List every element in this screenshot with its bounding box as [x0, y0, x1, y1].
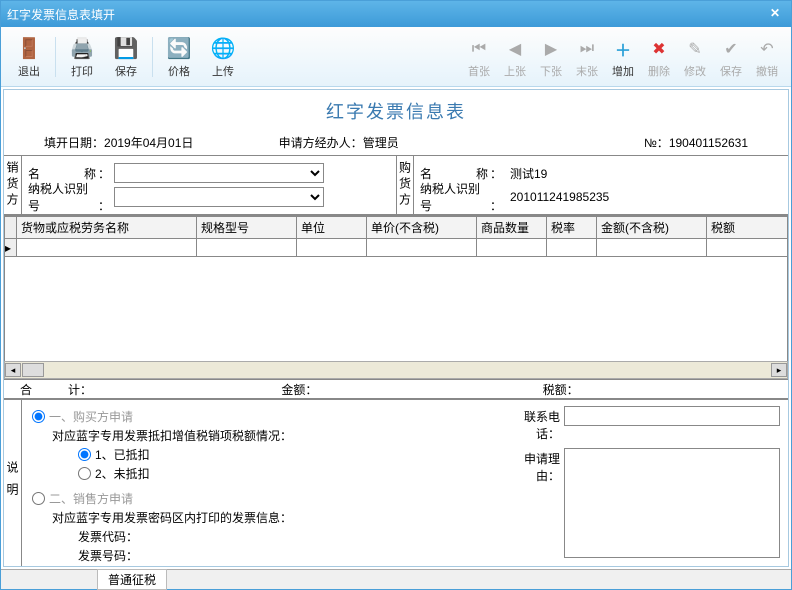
doc-number: №：190401152631 — [513, 134, 748, 151]
explain-right: 联系电话： 申请理由： — [498, 400, 788, 566]
upload-icon: 🌐 — [209, 35, 237, 63]
col-amount: 金额(不含税) — [597, 217, 707, 239]
buyer-tax-label: 纳税人识别号： — [420, 180, 506, 214]
separator — [55, 37, 56, 77]
save-button[interactable]: 💾保存 — [104, 31, 148, 83]
undo-button[interactable]: ↶撤销 — [749, 31, 785, 83]
col-qty: 商品数量 — [477, 217, 547, 239]
grid-header-row: 货物或应税劳务名称 规格型号 单位 单价(不含税) 商品数量 税率 金额(不含税… — [5, 217, 788, 239]
totals-tax: 税额： — [527, 381, 788, 398]
table-row[interactable]: ▸ — [5, 239, 788, 257]
seller-name-select[interactable] — [114, 163, 324, 183]
totals-label: 合 计： — [4, 381, 265, 398]
plus-icon: ＋ — [609, 35, 637, 63]
delete-button[interactable]: ✖删除 — [641, 31, 677, 83]
printer-icon: 🖨️ — [68, 35, 96, 63]
door-icon: 🚪 — [15, 35, 43, 63]
close-icon[interactable]: ✕ — [765, 6, 785, 22]
toolbar: 🚪退出 🖨️打印 💾保存 🔄价格 🌐上传 ⏮首张 ◀上张 ▶下张 ⏭末张 ＋增加… — [1, 27, 791, 87]
reason-textarea[interactable] — [564, 448, 780, 558]
phone-input[interactable] — [564, 406, 780, 426]
horizontal-scrollbar[interactable]: ◂ ▸ — [4, 361, 788, 379]
reason-label: 申请理由： — [506, 448, 564, 484]
fill-date: 填开日期：2019年04月01日 — [44, 134, 279, 151]
applicant: 申请方经办人：管理员 — [279, 134, 514, 151]
first-icon: ⏮ — [465, 35, 493, 63]
buyer-apply-label: 一、购买方申请 — [49, 408, 133, 425]
scroll-left-arrow[interactable]: ◂ — [5, 363, 21, 377]
status-text: 普通征税 — [97, 569, 167, 590]
document-area: 红字发票信息表 填开日期：2019年04月01日 申请方经办人：管理员 №：19… — [3, 89, 789, 567]
app-window: 红字发票信息表填开 ✕ 🚪退出 🖨️打印 💾保存 🔄价格 🌐上传 ⏮首张 ◀上张… — [0, 0, 792, 590]
scroll-right-arrow[interactable]: ▸ — [771, 363, 787, 377]
buyer-panel: 名 称：测试19 纳税人识别号：201011241985235 — [414, 156, 788, 214]
save-icon: 💾 — [112, 35, 140, 63]
prev-icon: ◀ — [501, 35, 529, 63]
scroll-thumb[interactable] — [22, 363, 44, 377]
totals-row: 合 计： 金额： 税额： — [4, 379, 788, 399]
titlebar: 红字发票信息表填开 ✕ — [1, 1, 791, 27]
buyer-tax-value: 201011241985235 — [506, 190, 609, 204]
exit-button[interactable]: 🚪退出 — [7, 31, 51, 83]
price-button[interactable]: 🔄价格 — [157, 31, 201, 83]
seller-apply-label: 二、销售方申请 — [49, 490, 133, 507]
window-title: 红字发票信息表填开 — [7, 6, 765, 23]
first-button[interactable]: ⏮首张 — [461, 31, 497, 83]
col-tax: 税额 — [707, 217, 788, 239]
invoice-num-label: 发票号码： — [78, 547, 488, 564]
prev-button[interactable]: ◀上张 — [497, 31, 533, 83]
upload-button[interactable]: 🌐上传 — [201, 31, 245, 83]
delete-icon: ✖ — [645, 35, 673, 63]
seller-panel: 名 称： 纳税人识别号： — [22, 156, 396, 214]
print-button[interactable]: 🖨️打印 — [60, 31, 104, 83]
items-grid: 货物或应税劳务名称 规格型号 单位 单价(不含税) 商品数量 税率 金额(不含税… — [4, 215, 788, 379]
explain-caption: 说明 — [4, 400, 22, 566]
col-spec: 规格型号 — [197, 217, 297, 239]
modify-button[interactable]: ✎修改 — [677, 31, 713, 83]
col-price: 单价(不含税) — [367, 217, 477, 239]
buyer-name-label: 名 称： — [420, 165, 506, 182]
statusbar: 普通征税 — [1, 569, 791, 589]
col-goods: 货物或应税劳务名称 — [17, 217, 197, 239]
add-button[interactable]: ＋增加 — [605, 31, 641, 83]
seller-caption: 销货方 — [4, 156, 22, 214]
meta-row: 填开日期：2019年04月01日 申请方经办人：管理员 №：1904011526… — [4, 130, 788, 155]
explain-left: 一、购买方申请 对应蓝字专用发票抵扣增值税销项税额情况： 1、已抵扣 2、未抵扣… — [22, 400, 498, 566]
next-icon: ▶ — [537, 35, 565, 63]
seller-apply-radio[interactable] — [32, 492, 45, 505]
row-marker: ▸ — [5, 239, 17, 257]
save2-button[interactable]: ✔保存 — [713, 31, 749, 83]
col-unit: 单位 — [297, 217, 367, 239]
grid-empty-area[interactable] — [4, 257, 788, 361]
check-icon: ✔ — [717, 35, 745, 63]
undeducted-radio[interactable] — [78, 467, 91, 480]
totals-amount: 金额： — [265, 381, 526, 398]
seller-tax-label: 纳税人识别号： — [28, 180, 114, 214]
undo-icon: ↶ — [753, 35, 781, 63]
parties-section: 销货方 名 称： 纳税人识别号： 购货方 名 称：测试19 纳税人识别号：201… — [4, 155, 788, 215]
buyer-name-value: 测试19 — [506, 165, 547, 182]
col-rate: 税率 — [547, 217, 597, 239]
blue-info-line: 对应蓝字专用发票密码区内打印的发票信息： — [52, 509, 488, 526]
price-icon: 🔄 — [165, 35, 193, 63]
invoice-code-label: 发票代码： — [78, 528, 488, 545]
deducted-radio[interactable] — [78, 448, 91, 461]
undeducted-label: 2、未抵扣 — [95, 465, 150, 482]
buyer-apply-radio[interactable] — [32, 410, 45, 423]
seller-name-label: 名 称： — [28, 165, 114, 182]
pencil-icon: ✎ — [681, 35, 709, 63]
last-icon: ⏭ — [573, 35, 601, 63]
deducted-label: 1、已抵扣 — [95, 446, 150, 463]
row-marker-head — [5, 217, 17, 239]
buyer-caption: 购货方 — [396, 156, 414, 214]
explanation-section: 说明 一、购买方申请 对应蓝字专用发票抵扣增值税销项税额情况： 1、已抵扣 2、… — [4, 399, 788, 566]
seller-tax-select[interactable] — [114, 187, 324, 207]
page-title: 红字发票信息表 — [4, 90, 788, 130]
next-button[interactable]: ▶下张 — [533, 31, 569, 83]
separator — [152, 37, 153, 77]
phone-label: 联系电话： — [506, 406, 564, 442]
last-button[interactable]: ⏭末张 — [569, 31, 605, 83]
deduct-line: 对应蓝字专用发票抵扣增值税销项税额情况： — [52, 427, 488, 444]
